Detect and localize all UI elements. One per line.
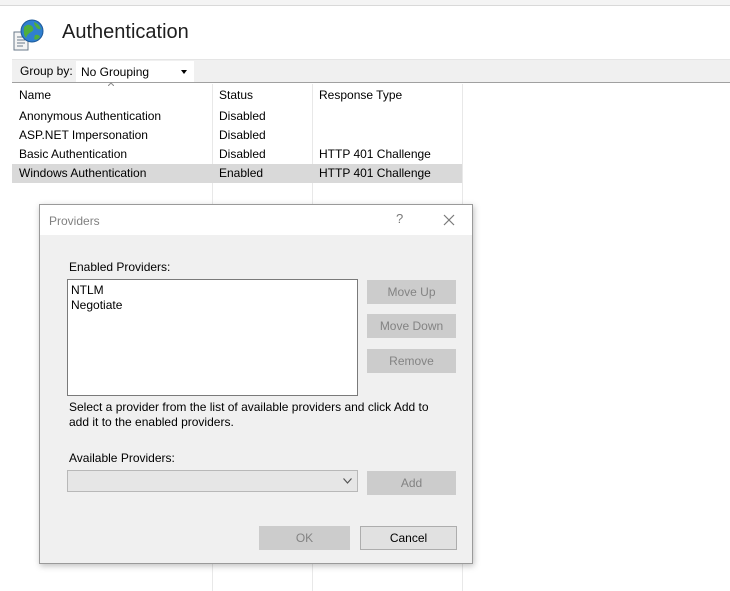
enabled-providers-list[interactable]: NTLM Negotiate bbox=[67, 279, 358, 396]
chevron-down-icon bbox=[343, 478, 352, 484]
column-header-label: Name bbox=[19, 88, 52, 102]
column-header-response-type[interactable]: Response Type bbox=[313, 84, 462, 106]
help-button[interactable]: ? bbox=[396, 211, 403, 226]
close-icon[interactable] bbox=[442, 213, 456, 227]
table-row-selected[interactable]: Windows Authentication Enabled HTTP 401 … bbox=[12, 164, 462, 183]
sort-ascending-icon bbox=[108, 82, 114, 86]
cancel-button[interactable]: Cancel bbox=[360, 526, 457, 550]
row-name: Anonymous Authentication bbox=[19, 109, 162, 123]
remove-button[interactable]: Remove bbox=[367, 349, 456, 373]
add-button[interactable]: Add bbox=[367, 471, 456, 495]
available-providers-dropdown[interactable] bbox=[67, 470, 358, 492]
group-by-toolbar: Group by: No Grouping bbox=[12, 59, 730, 83]
row-response-type: HTTP 401 Challenge bbox=[319, 147, 431, 161]
row-status: Disabled bbox=[219, 128, 266, 142]
row-status: Disabled bbox=[219, 147, 266, 161]
table-row[interactable]: Basic Authentication Disabled HTTP 401 C… bbox=[12, 145, 462, 164]
group-by-label: Group by: bbox=[20, 64, 73, 78]
providers-description: Select a provider from the list of avail… bbox=[69, 400, 429, 429]
group-by-value: No Grouping bbox=[81, 65, 150, 79]
ok-button[interactable]: OK bbox=[259, 526, 350, 550]
authentication-globe-document-icon bbox=[13, 19, 44, 51]
table-row[interactable]: ASP.NET Impersonation Disabled bbox=[12, 126, 462, 145]
dialog-titlebar[interactable]: Providers ? bbox=[40, 205, 472, 235]
group-by-dropdown[interactable]: No Grouping bbox=[76, 61, 194, 82]
column-header-label: Status bbox=[219, 88, 254, 102]
window-top-border bbox=[0, 0, 730, 6]
move-down-button[interactable]: Move Down bbox=[367, 314, 456, 338]
move-up-button[interactable]: Move Up bbox=[367, 280, 456, 304]
list-item[interactable]: Negotiate bbox=[71, 298, 122, 312]
row-name: ASP.NET Impersonation bbox=[19, 128, 148, 142]
table-row[interactable]: Anonymous Authentication Disabled bbox=[12, 107, 462, 126]
list-item[interactable]: NTLM bbox=[71, 283, 104, 297]
row-name: Basic Authentication bbox=[19, 147, 128, 161]
row-status: Enabled bbox=[219, 166, 264, 180]
row-response-type: HTTP 401 Challenge bbox=[319, 166, 431, 180]
column-header-label: Response Type bbox=[319, 88, 403, 102]
row-name: Windows Authentication bbox=[19, 166, 147, 180]
column-header-status[interactable]: Status bbox=[213, 84, 312, 106]
available-providers-label: Available Providers: bbox=[69, 451, 175, 465]
dropdown-arrow-icon bbox=[181, 70, 187, 74]
column-header-name[interactable]: Name bbox=[13, 84, 212, 106]
feature-header: Authentication bbox=[0, 7, 730, 59]
providers-dialog: Providers ? Enabled Providers: NTLM Nego… bbox=[39, 204, 473, 564]
page-title: Authentication bbox=[62, 21, 189, 43]
dialog-title: Providers bbox=[49, 214, 100, 228]
row-status: Disabled bbox=[219, 109, 266, 123]
enabled-providers-label: Enabled Providers: bbox=[69, 260, 171, 274]
